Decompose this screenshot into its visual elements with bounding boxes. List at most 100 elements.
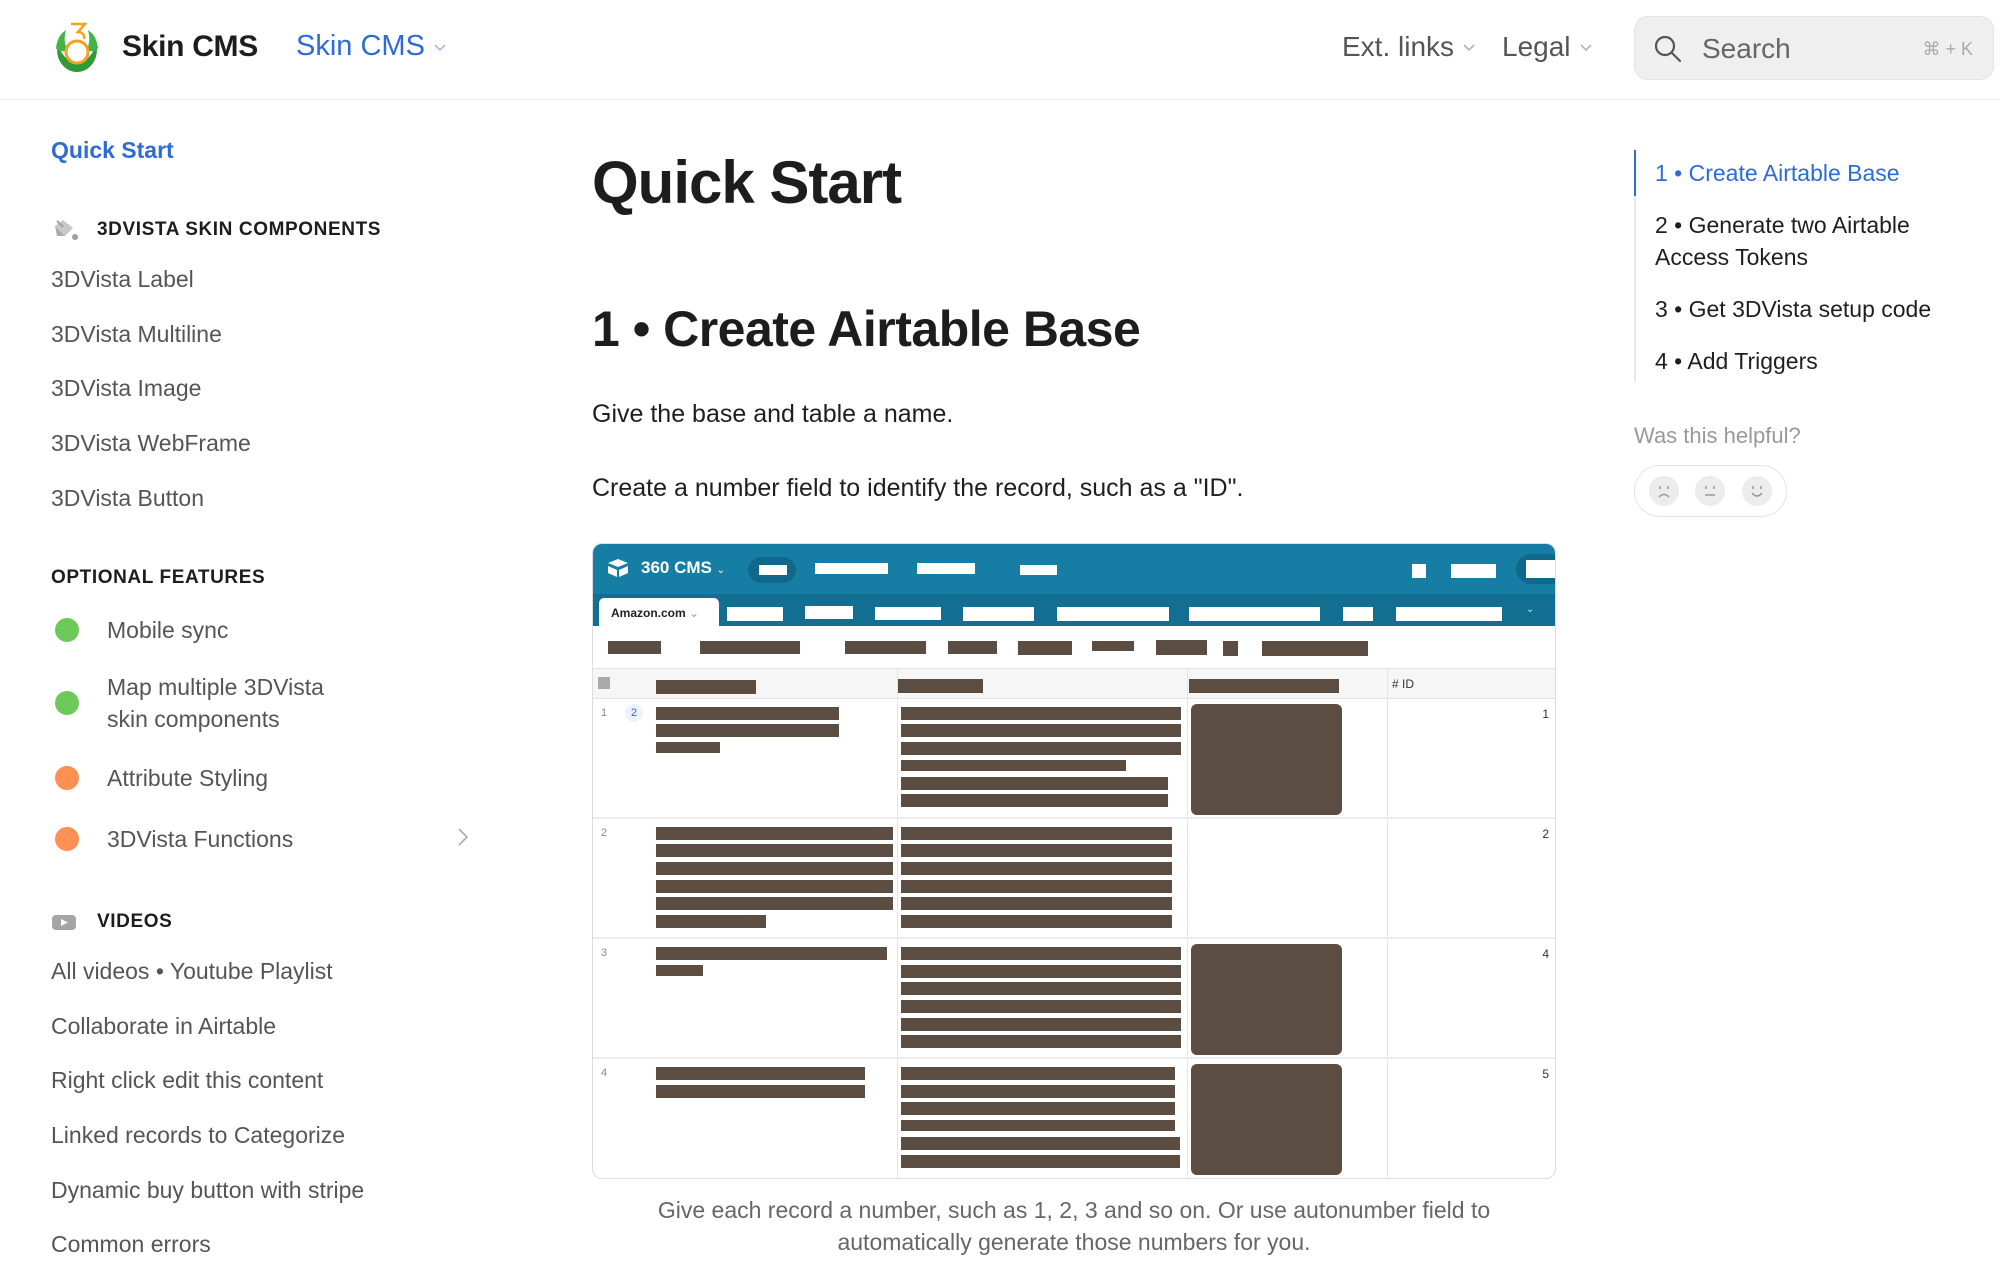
redacted-block <box>898 679 983 693</box>
row-divider <box>593 1057 1555 1059</box>
label-line-2: skin components <box>107 706 280 732</box>
redacted-block <box>727 607 783 621</box>
nav-ext-links-dropdown[interactable]: Ext. links <box>1342 31 1476 63</box>
column-divider <box>1387 668 1388 1178</box>
product-switcher-dropdown[interactable]: Skin CMS <box>296 30 447 63</box>
status-dot-orange <box>55 827 79 851</box>
image-caption: Give each record a number, such as 1, 2,… <box>592 1194 1556 1258</box>
top-navbar: Skin CMS Skin CMS Ext. links Legal Searc… <box>0 0 2000 100</box>
sidebar-item-3dvista-button[interactable]: 3DVista Button <box>51 482 204 514</box>
row-badge: 2 <box>625 704 643 722</box>
sidebar-item-3dvista-functions[interactable]: 3DVista Functions <box>55 823 293 855</box>
redacted-block <box>901 965 1181 978</box>
sidebar-item-right-click-edit[interactable]: Right click edit this content <box>51 1064 323 1096</box>
label-line-1: Map multiple 3DVista <box>107 674 324 700</box>
caption-line-1: Give each record a number, such as 1, 2,… <box>657 1197 1491 1223</box>
sidebar-item-label: Mobile sync <box>107 617 229 643</box>
select-all-checkbox <box>598 677 610 689</box>
status-dot-orange <box>55 766 79 790</box>
helpful-prompt: Was this helpful? <box>1634 423 1801 448</box>
happy-face-icon[interactable] <box>1741 476 1772 506</box>
redacted-block <box>901 760 1126 771</box>
redacted-block <box>656 897 893 910</box>
redacted-block <box>901 880 1172 893</box>
redacted-block <box>875 607 941 620</box>
redacted-block <box>1223 641 1238 656</box>
redacted-block <box>901 982 1181 995</box>
redacted-block <box>656 1085 865 1098</box>
sidebar-item-3dvista-image[interactable]: 3DVista Image <box>51 372 201 404</box>
neutral-face-icon[interactable] <box>1695 476 1726 506</box>
sidebar-item-3dvista-label[interactable]: 3DVista Label <box>51 263 194 295</box>
redacted-block <box>656 827 893 840</box>
sidebar-item-map-multiple[interactable]: Map multiple 3DVista skin components <box>55 671 324 735</box>
section-title: 3DVISTA SKIN COMPONENTS <box>97 219 382 240</box>
caption-line-2: automatically generate those numbers for… <box>837 1229 1311 1255</box>
chevron-down-icon: ⌄ <box>1526 604 1535 615</box>
redacted-block <box>656 862 893 875</box>
redacted-block <box>901 707 1181 720</box>
sidebar-item-collaborate[interactable]: Collaborate in Airtable <box>51 1010 276 1042</box>
sidebar-item-3dvista-webframe[interactable]: 3DVista WebFrame <box>51 427 251 459</box>
airtable-screenshot: 360 CMS ⌄ Amazon.com ⌄ ⌄ # ID 1 2 1 2 2 … <box>592 543 1556 1179</box>
section-title: OPTIONAL FEATURES <box>51 567 266 588</box>
row-number: 1 <box>601 707 608 719</box>
toc-item-create-airtable-base[interactable]: 1 • Create Airtable Base <box>1655 157 1985 189</box>
redacted-block <box>901 1085 1175 1098</box>
sidebar-item-mobile-sync[interactable]: Mobile sync <box>55 614 228 646</box>
search-input[interactable]: Search ⌘ + K <box>1634 16 1994 80</box>
sad-face-icon[interactable] <box>1649 476 1680 506</box>
status-dot-green <box>55 691 79 715</box>
search-icon <box>1654 35 1682 63</box>
sidebar-item-dynamic-buy[interactable]: Dynamic buy button with stripe <box>51 1174 364 1206</box>
nav-legal-dropdown[interactable]: Legal <box>1502 31 1593 63</box>
paragraph: Create a number field to identify the re… <box>592 474 1244 502</box>
status-dot-green <box>55 618 79 642</box>
skin-cms-logo-icon[interactable] <box>52 22 102 74</box>
airtable-base-name: 360 CMS ⌄ <box>641 558 725 578</box>
redacted-block <box>901 777 1168 790</box>
redacted-block <box>1018 641 1072 655</box>
row-number: 3 <box>601 947 608 959</box>
redacted-block <box>656 915 766 928</box>
redacted-block <box>901 1155 1180 1168</box>
redacted-block <box>1526 560 1555 578</box>
feedback-group <box>1634 465 1787 517</box>
redacted-block <box>845 641 926 654</box>
redacted-block <box>656 724 839 737</box>
redacted-block <box>608 641 661 654</box>
chevron-down-icon <box>434 43 446 51</box>
chevron-right-icon[interactable] <box>457 827 469 847</box>
sidebar-item-attribute-styling[interactable]: Attribute Styling <box>55 762 268 794</box>
sidebar-item-linked-records[interactable]: Linked records to Categorize <box>51 1119 345 1151</box>
redacted-block <box>963 607 1034 621</box>
toc-item-generate-tokens[interactable]: 2 • Generate two Airtable Access Tokens <box>1655 209 1985 273</box>
sidebar-item-3dvista-multiline[interactable]: 3DVista Multiline <box>51 318 222 350</box>
search-placeholder: Search <box>1702 33 1791 64</box>
sidebar-item-all-videos[interactable]: All videos • Youtube Playlist <box>51 955 333 987</box>
sidebar-item-quick-start[interactable]: Quick Start <box>51 137 174 164</box>
redacted-block <box>1020 565 1057 575</box>
brand-name[interactable]: Skin CMS <box>122 30 258 64</box>
chevron-down-icon: ⌄ <box>716 565 725 576</box>
redacted-block <box>901 897 1172 910</box>
redacted-block <box>656 880 893 893</box>
toc-item-add-triggers[interactable]: 4 • Add Triggers <box>1655 345 1985 377</box>
redacted-image <box>1191 1064 1342 1175</box>
redacted-block <box>901 1120 1175 1131</box>
redacted-block <box>901 1035 1181 1048</box>
redacted-block <box>901 1067 1175 1080</box>
chevron-down-icon <box>1463 44 1475 52</box>
airtable-topbar <box>593 544 1555 594</box>
redacted-block <box>759 565 787 575</box>
section-title: VIDEOS <box>97 911 173 932</box>
redacted-block <box>656 742 720 753</box>
chevron-down-icon <box>1579 44 1592 52</box>
redacted-block <box>901 1000 1181 1013</box>
redacted-block <box>1189 679 1339 693</box>
sidebar-section-skin-components: 3DVISTA SKIN COMPONENTS <box>51 218 381 242</box>
id-cell: 4 <box>1542 947 1549 961</box>
toc-item-setup-code[interactable]: 3 • Get 3DVista setup code <box>1655 293 1985 325</box>
sidebar-item-common-errors[interactable]: Common errors <box>51 1228 211 1260</box>
row-divider <box>593 817 1555 819</box>
